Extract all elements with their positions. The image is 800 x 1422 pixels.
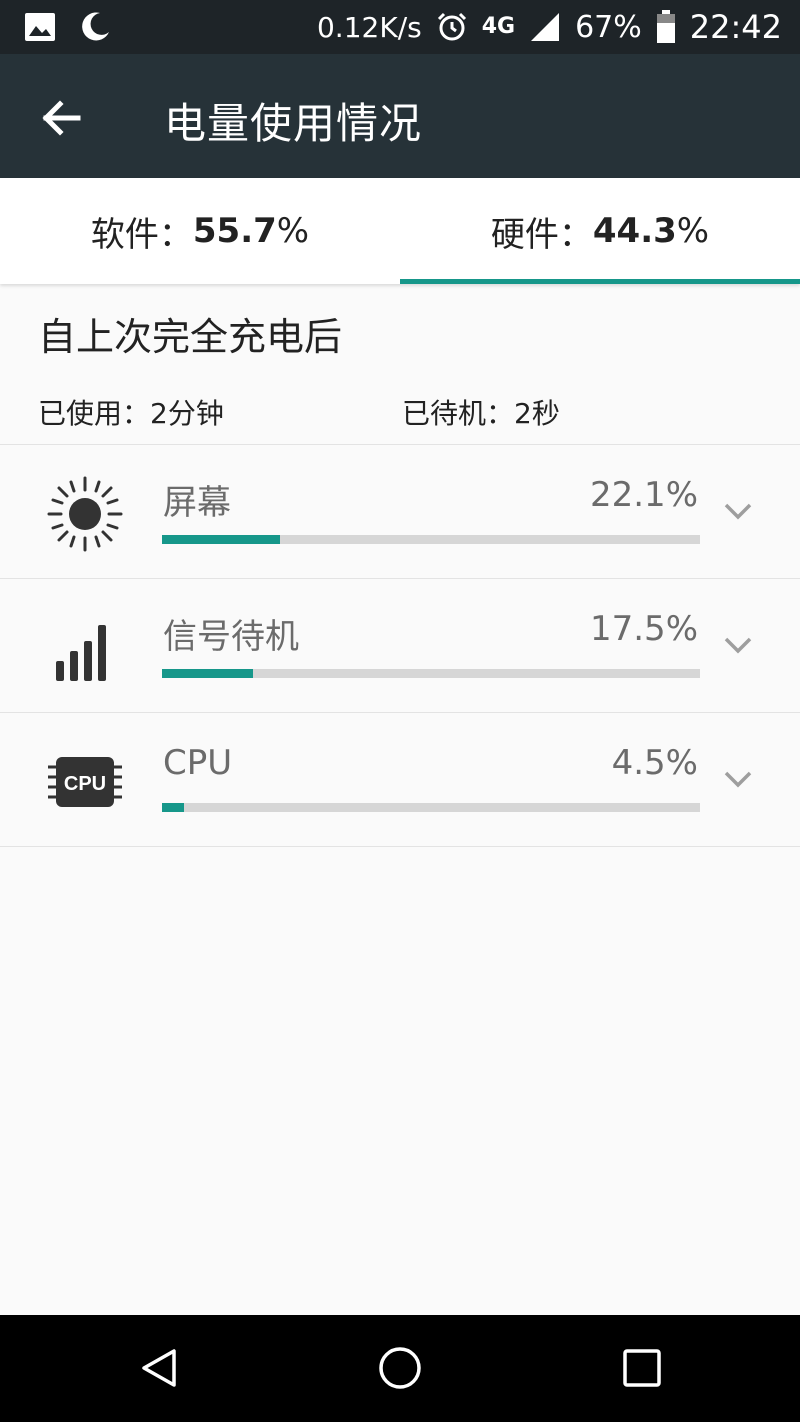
arrow-left-icon <box>42 100 81 136</box>
usage-item-percent: 17.5% <box>589 609 698 649</box>
battery-percent: 67% <box>575 9 642 45</box>
divider <box>0 846 800 847</box>
usage-item-label: 信号待机 <box>163 617 299 657</box>
chevron-down-icon[interactable] <box>720 493 756 529</box>
network-type: 4G <box>481 14 516 39</box>
tab-software-label: 软件： <box>90 214 193 255</box>
usage-bar-track <box>162 669 700 678</box>
usage-item-percent: 4.5% <box>611 743 698 783</box>
tab-software[interactable]: 软件： 55.7 % <box>0 178 400 284</box>
recents-square-icon[interactable] <box>617 1343 667 1393</box>
status-bar-right: 0.12K/s 4G 67% 22:42 <box>317 0 782 54</box>
signal-bars-icon <box>56 625 106 681</box>
4g-icon: 4G <box>482 16 515 38</box>
usage-item-screen[interactable]: 屏幕 22.1% <box>0 445 800 579</box>
net-speed: 0.12K/s <box>316 10 422 44</box>
alarm-icon <box>437 12 466 41</box>
usage-item-label: 屏幕 <box>163 483 231 523</box>
tab-hardware-label: 硬件： <box>490 214 593 255</box>
tab-bar: 软件： 55.7 % 硬件： 44.3 % <box>0 178 800 284</box>
clock: 22:42 <box>689 8 782 46</box>
usage-item-signal[interactable]: 信号待机 17.5% <box>0 579 800 713</box>
usage-bar-track <box>162 535 700 544</box>
page-title: 电量使用情况 <box>164 99 423 148</box>
selected-tab-indicator <box>400 279 800 284</box>
chevron-down-icon[interactable] <box>720 627 756 663</box>
usage-bar-fill <box>162 535 281 544</box>
navigation-bar <box>0 1315 800 1422</box>
svg-text:CPU: CPU <box>64 773 106 795</box>
tab-hardware-value: 44.3 <box>592 211 677 251</box>
tab-hardware[interactable]: 硬件： 44.3 % <box>400 178 800 284</box>
moon-icon <box>82 12 109 41</box>
tab-software-value: 55.7 <box>192 211 277 251</box>
cpu-icon: CPU <box>48 757 122 807</box>
usage-item-label: CPU <box>163 743 233 783</box>
status-bar-left <box>24 10 112 44</box>
used-time: 已使用：2分钟 <box>38 397 224 430</box>
back-triangle-icon[interactable] <box>134 1343 184 1393</box>
usage-bar-fill <box>162 669 254 678</box>
standby-time: 已待机：2秒 <box>402 397 560 430</box>
tab-hardware-unit: % <box>676 211 710 251</box>
chevron-down-icon[interactable] <box>720 761 756 797</box>
usage-bar-fill <box>162 803 184 812</box>
usage-bar-track <box>162 803 700 812</box>
image-icon <box>25 13 55 41</box>
status-bar: 0.12K/s 4G 67% 22:42 <box>0 0 800 54</box>
brightness-icon <box>47 476 123 552</box>
home-circle-icon[interactable] <box>375 1343 425 1393</box>
signal-icon <box>531 13 560 41</box>
battery-icon <box>656 10 675 43</box>
tab-software-unit: % <box>276 211 310 251</box>
usage-item-cpu[interactable]: CPU CPU 4.5% <box>0 713 800 847</box>
summary-title: 自上次完全充电后 <box>38 315 343 359</box>
usage-item-percent: 22.1% <box>589 475 698 515</box>
back-button[interactable] <box>36 92 88 144</box>
app-bar: 电量使用情况 <box>0 54 800 178</box>
